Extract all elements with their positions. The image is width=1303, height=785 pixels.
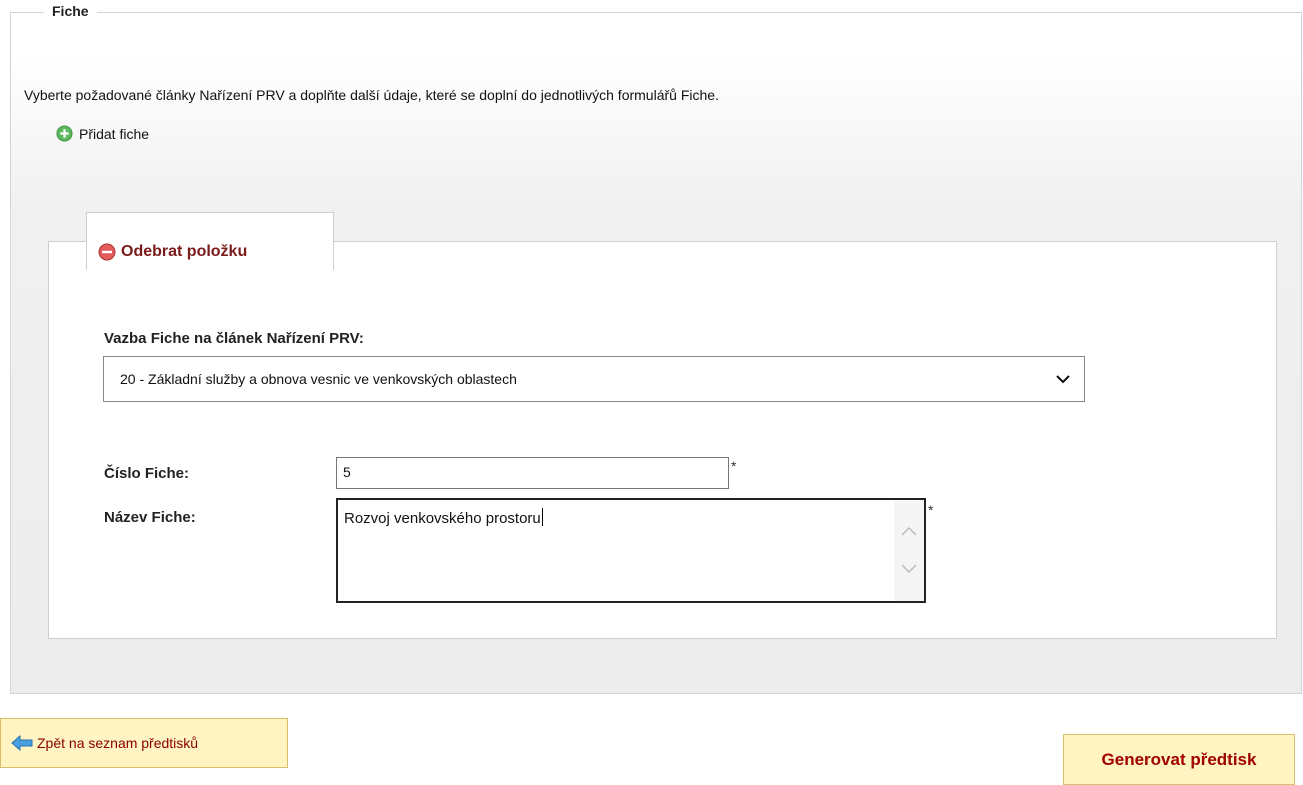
minus-circle-icon: [98, 243, 116, 261]
cislo-fiche-input[interactable]: 5: [336, 457, 729, 489]
nazev-fiche-textarea[interactable]: Rozvoj venkovského prostoru: [336, 498, 926, 603]
fiche-item-tab: [86, 212, 334, 270]
plus-circle-icon: [56, 125, 73, 142]
remove-item-label: Odebrat položku: [121, 243, 248, 260]
scroll-down-icon[interactable]: [901, 564, 917, 574]
add-fiche-label: Přidat fiche: [79, 125, 150, 142]
vazba-label: Vazba Fiche na článek Nařízení PRV:: [104, 330, 364, 347]
add-fiche-link[interactable]: Přidat fiche: [56, 125, 149, 142]
scroll-up-icon[interactable]: [901, 526, 917, 536]
nazev-required-mark: *: [928, 502, 934, 518]
nazev-fiche-value: Rozvoj venkovského prostoru: [344, 510, 541, 527]
generate-button-label: Generovat předtisk: [1101, 749, 1257, 769]
arrow-left-icon: [11, 735, 33, 751]
intro-text: Vyberte požadované články Nařízení PRV a…: [24, 87, 719, 103]
back-to-list-button[interactable]: Zpět na seznam předtisků: [0, 718, 288, 768]
nazev-fiche-label: Název Fiche:: [104, 509, 196, 526]
back-button-label: Zpět na seznam předtisků: [37, 735, 199, 751]
remove-item-link[interactable]: Odebrat položku: [98, 243, 247, 261]
generate-button[interactable]: Generovat předtisk: [1063, 734, 1295, 785]
textarea-scrollbar[interactable]: [894, 500, 924, 601]
cislo-required-mark: *: [731, 458, 737, 474]
vazba-select[interactable]: 20 - Základní služby a obnova vesnic ve …: [103, 356, 1085, 402]
vazba-selected-value: 20 - Základní služby a obnova vesnic ve …: [120, 371, 517, 387]
fieldset-legend: Fiche: [44, 3, 97, 19]
chevron-down-icon: [1056, 374, 1070, 383]
cislo-fiche-label: Číslo Fiche:: [104, 465, 190, 482]
text-caret: [541, 508, 543, 526]
